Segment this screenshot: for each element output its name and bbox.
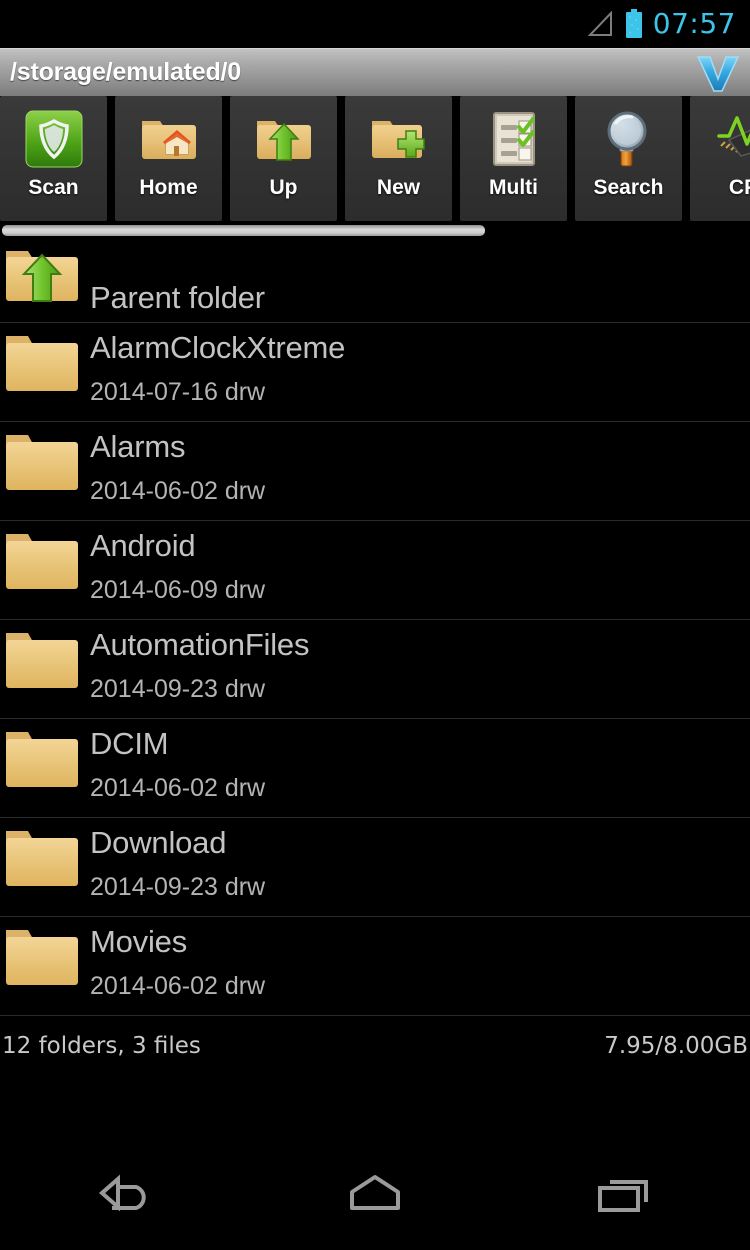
path-bar[interactable]: /storage/emulated/0: [0, 48, 750, 96]
folder-icon: [0, 917, 86, 1016]
list-item-text: Parent folder: [86, 237, 265, 317]
list-item-meta: 2014-07-16 drw: [90, 378, 266, 406]
list-item-text: AlarmClockXtreme 2014-07-16 drw: [86, 323, 345, 409]
checklist-icon: [481, 108, 547, 170]
toolbar-label-multi: Multi: [489, 176, 538, 199]
list-item-text: AutomationFiles 2014-09-23 drw: [86, 620, 309, 706]
folder-up-arrow-icon: [0, 237, 86, 323]
list-item-name: AutomationFiles: [90, 627, 310, 662]
list-item-name: Alarms: [90, 429, 186, 464]
toolbar-label-new: New: [376, 176, 421, 199]
list-item[interactable]: Movies 2014-06-02 drw: [0, 917, 750, 1016]
toolbar-label-home: Home: [139, 176, 198, 199]
battery-icon: [624, 9, 644, 39]
list-item-text: Download 2014-09-23 drw: [86, 818, 265, 904]
list-item-text: Android 2014-06-09 drw: [86, 521, 265, 607]
toolbar-label-cpu: CP: [728, 176, 750, 199]
list-item-name: Android: [90, 528, 196, 563]
signal-triangle-icon: [587, 11, 615, 37]
list-item-name: Parent folder: [90, 280, 265, 315]
folder-plus-icon: [366, 108, 432, 170]
list-item[interactable]: DCIM 2014-06-02 drw: [0, 719, 750, 818]
folder-icon: [0, 422, 86, 521]
cpu-graph-icon: [711, 108, 750, 170]
list-item-meta: 2014-06-02 drw: [90, 477, 266, 505]
list-status-bar: 12 folders, 3 files 7.95/8.00GB: [0, 1028, 750, 1064]
list-item[interactable]: Download 2014-09-23 drw: [0, 818, 750, 917]
list-item-name: Download: [90, 825, 227, 860]
list-item[interactable]: Alarms 2014-06-02 drw: [0, 422, 750, 521]
toolbar-button-search[interactable]: Search: [575, 96, 682, 221]
file-list[interactable]: Parent folder AlarmClockXtreme 2014-07-1…: [0, 237, 750, 1032]
android-navigation-bar[interactable]: [0, 1135, 750, 1250]
list-item-name: DCIM: [90, 726, 169, 761]
list-item-meta: 2014-09-23 drw: [90, 873, 266, 901]
v-logo-icon[interactable]: [694, 53, 742, 93]
folder-icon: [0, 521, 86, 620]
storage-usage-label: 7.95/8.00GB: [604, 1033, 748, 1059]
toolbar-button-up[interactable]: Up: [230, 96, 337, 221]
list-item-meta: 2014-06-09 drw: [90, 576, 266, 604]
list-item-meta: 2014-09-23 drw: [90, 675, 266, 703]
folder-up-arrow-icon: [251, 108, 317, 170]
toolbar-label-up: Up: [269, 176, 298, 199]
list-item-text: Alarms 2014-06-02 drw: [86, 422, 265, 508]
list-item[interactable]: AutomationFiles 2014-09-23 drw: [0, 620, 750, 719]
item-count-label: 12 folders, 3 files: [2, 1033, 201, 1059]
toolbar-button-multi[interactable]: Multi: [460, 96, 567, 221]
toolbar-button-home[interactable]: Home: [115, 96, 222, 221]
system-status-bar: 07:57: [0, 0, 750, 48]
current-path-label[interactable]: /storage/emulated/0: [10, 58, 241, 87]
magnifier-icon: [596, 108, 662, 170]
toolbar-button-scan[interactable]: Scan: [0, 96, 107, 221]
back-icon: [90, 1168, 160, 1218]
scrollbar-thumb[interactable]: [2, 225, 485, 236]
toolbar-label-search: Search: [593, 176, 664, 199]
toolbar-horizontal-scrollbar[interactable]: [0, 224, 750, 237]
list-item-meta: 2014-06-02 drw: [90, 774, 266, 802]
nav-back-button[interactable]: [0, 1135, 250, 1250]
folder-icon: [0, 620, 86, 719]
nav-recents-button[interactable]: [500, 1135, 750, 1250]
folder-icon: [0, 818, 86, 917]
list-item-parent-folder[interactable]: Parent folder: [0, 237, 750, 323]
folder-icon: [0, 323, 86, 422]
folder-icon: [0, 719, 86, 818]
home-icon: [340, 1168, 410, 1218]
list-item-name: AlarmClockXtreme: [90, 330, 346, 365]
action-toolbar[interactable]: Scan Home Up New Multi Search C: [0, 96, 750, 221]
clock-time: 07:57: [652, 7, 736, 40]
list-item-text: Movies 2014-06-02 drw: [86, 917, 265, 1003]
shield-scan-icon: [21, 108, 87, 170]
list-item-name: Movies: [90, 924, 187, 959]
list-item-meta: 2014-06-02 drw: [90, 972, 266, 1000]
recents-icon: [590, 1168, 660, 1218]
list-item[interactable]: Android 2014-06-09 drw: [0, 521, 750, 620]
folder-home-icon: [136, 108, 202, 170]
app-screen: 07:57 /storage/emulated/0 Scan Home Up N…: [0, 0, 750, 1250]
toolbar-button-cpu[interactable]: CP: [690, 96, 750, 221]
list-item-text: DCIM 2014-06-02 drw: [86, 719, 265, 805]
nav-home-button[interactable]: [250, 1135, 500, 1250]
toolbar-label-scan: Scan: [28, 176, 79, 199]
toolbar-button-new[interactable]: New: [345, 96, 452, 221]
list-item[interactable]: AlarmClockXtreme 2014-07-16 drw: [0, 323, 750, 422]
